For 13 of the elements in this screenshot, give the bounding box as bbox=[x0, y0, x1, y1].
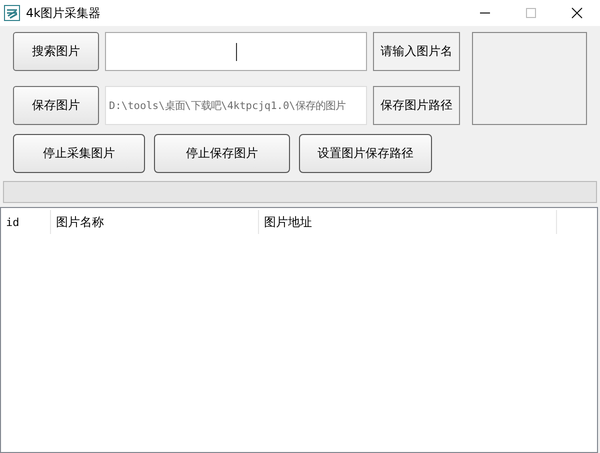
save-button[interactable]: 保存图片 bbox=[13, 86, 99, 125]
search-button[interactable]: 搜索图片 bbox=[13, 32, 99, 71]
window-title: 4k图片采集器 bbox=[26, 4, 101, 22]
name-prompt-button[interactable]: 请输入图片名 bbox=[373, 32, 460, 71]
app-icon bbox=[4, 5, 20, 21]
search-field[interactable] bbox=[105, 32, 367, 71]
column-header[interactable]: id bbox=[1, 210, 51, 234]
action-button[interactable]: 停止保存图片 bbox=[154, 134, 290, 173]
save-path-button[interactable]: 保存图片路径 bbox=[373, 86, 460, 125]
action-button[interactable]: 设置图片保存路径 bbox=[299, 134, 432, 173]
action-button[interactable]: 停止采集图片 bbox=[13, 134, 145, 173]
column-header[interactable]: 图片名称 bbox=[51, 210, 259, 234]
column-header[interactable]: 图片地址 bbox=[259, 210, 557, 234]
